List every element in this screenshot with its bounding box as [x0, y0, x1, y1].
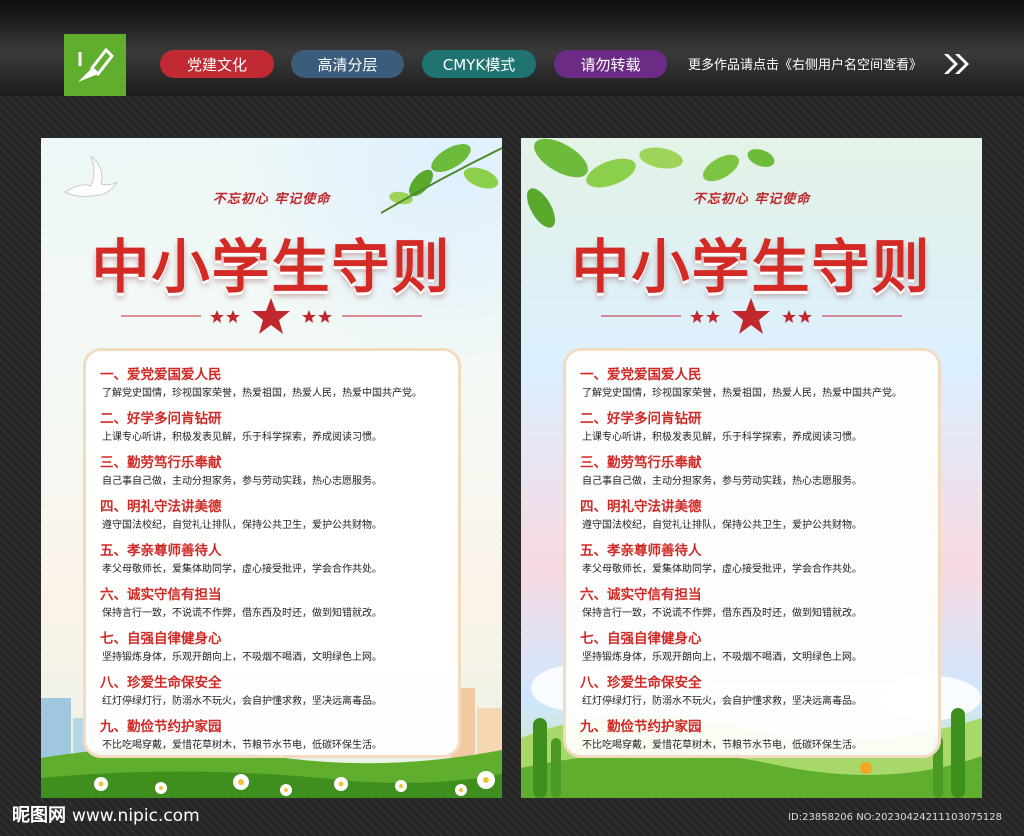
poster-left: 不忘初心 牢记使命 中小学生守则 一、爱党爱国爱人民 了解党史国情，珍视国家荣誉… — [41, 138, 502, 798]
poster-right: 不忘初心 牢记使命 中小学生守则 一、爱党爱国爱人民了解党史国情，珍视国家荣誉，… — [521, 138, 982, 798]
rule-text: 坚持锻炼身体，乐观开朗向上，不吸烟不喝酒，文明绿色上网。 — [582, 652, 862, 663]
rule-text: 自己事自己做，主动分担家务，参与劳动实践，热心志愿服务。 — [102, 476, 382, 487]
rule-item: 一、爱党爱国爱人民了解党史国情，珍视国家荣誉，热爱祖国，热爱人民，热爱中国共产党… — [100, 365, 444, 403]
rule-text: 红灯停绿灯行，防溺水不玩火，会自护懂求救，坚决远离毒品。 — [582, 696, 862, 707]
rule-text: 不比吃喝穿戴，爱惜花草树木，节粮节水节电，低碳环保生活。 — [102, 740, 382, 751]
rule-heading: 三、勤劳笃行乐奉献 — [100, 455, 222, 471]
rule-heading: 五、孝亲尊师善待人 — [580, 543, 702, 559]
rule-item: 七、自强自律健身心坚持锻炼身体，乐观开朗向上，不吸烟不喝酒，文明绿色上网。 — [100, 629, 444, 667]
more-works-link[interactable]: 更多作品请点击《右侧用户名空间查看》 — [688, 54, 922, 73]
rule-text: 自己事自己做，主动分担家务，参与劳动实践，热心志愿服务。 — [582, 476, 862, 487]
tag-party-culture: 党建文化 — [160, 50, 274, 78]
rule-text: 孝父母敬师长，爱集体助同学，虚心接受批评，学会合作共处。 — [102, 564, 382, 575]
rules-card: 一、爱党爱国爱人民了解党史国情，珍视国家荣誉，热爱祖国，热爱人民，热爱中国共产党… — [563, 348, 941, 758]
rule-text: 了解党史国情，珍视国家荣誉，热爱祖国，热爱人民，热爱中国共产党。 — [102, 388, 422, 399]
tag-no-repost: 请勿转载 — [554, 50, 667, 78]
rule-item: 三、勤劳笃行乐奉献自己事自己做，主动分担家务，参与劳动实践，热心志愿服务。 — [580, 453, 924, 491]
slogan: 不忘初心 牢记使命 — [692, 192, 811, 207]
pen-logo-icon — [64, 34, 126, 96]
rule-item: 八、珍爱生命保安全红灯停绿灯行，防溺水不玩火，会自护懂求救，坚决远离毒品。 — [100, 673, 444, 711]
rule-heading: 三、勤劳笃行乐奉献 — [580, 455, 702, 471]
poster-title: 中小学生守则 — [571, 233, 932, 301]
rule-heading: 六、诚实守信有担当 — [100, 587, 222, 603]
double-arrow-icon[interactable] — [942, 52, 972, 76]
rule-text: 不比吃喝穿戴，爱惜花草树木，节粮节水节电，低碳环保生活。 — [582, 740, 862, 751]
rule-heading: 九、勤俭节约护家园 — [580, 719, 702, 735]
rules-card: 一、爱党爱国爱人民了解党史国情，珍视国家荣誉，热爱祖国，热爱人民，热爱中国共产党… — [83, 348, 461, 758]
rule-heading: 六、诚实守信有担当 — [580, 587, 702, 603]
rule-heading: 四、明礼守法讲美德 — [580, 499, 702, 515]
rule-item: 五、孝亲尊师善待人孝父母敬师长，爱集体助同学，虚心接受批评，学会合作共处。 — [100, 541, 444, 579]
rule-heading: 一、爱党爱国爱人民 — [100, 367, 222, 383]
rule-heading: 九、勤俭节约护家园 — [100, 719, 222, 735]
rule-text: 了解党史国情，珍视国家荣誉，热爱祖国，热爱人民，热爱中国共产党。 — [582, 388, 902, 399]
rule-text: 孝父母敬师长，爱集体助同学，虚心接受批评，学会合作共处。 — [582, 564, 862, 575]
slogan: 不忘初心 牢记使命 — [212, 192, 331, 207]
rule-heading: 一、爱党爱国爱人民 — [580, 367, 702, 383]
tag-hd-layers: 高清分层 — [291, 50, 404, 78]
rule-text: 保持言行一致，不说谎不作弊，借东西及时还，做到知错就改。 — [102, 608, 382, 619]
poster-title: 中小学生守则 — [91, 233, 452, 301]
star-divider-icon — [601, 298, 902, 334]
tag-cmyk: CMYK模式 — [422, 50, 536, 78]
image-id: ID:23858206 NO:20230424211103075128 — [788, 812, 1002, 823]
rule-item: 九、勤俭节约护家园不比吃喝穿戴，爱惜花草树木，节粮节水节电，低碳环保生活。 — [100, 717, 444, 755]
watermark-site: 昵图网 www.nipic.com — [12, 801, 200, 827]
rule-item: 二、好学多问肯钻研上课专心听讲，积极发表见解，乐于科学探索，养成阅读习惯。 — [100, 409, 444, 447]
rule-text: 红灯停绿灯行，防溺水不玩火，会自护懂求救，坚决远离毒品。 — [102, 696, 382, 707]
site-name: 昵图网 — [12, 805, 66, 826]
rule-text: 上课专心听讲，积极发表见解，乐于科学探索，养成阅读习惯。 — [582, 432, 862, 443]
rule-item: 五、孝亲尊师善待人孝父母敬师长，爱集体助同学，虚心接受批评，学会合作共处。 — [580, 541, 924, 579]
rule-item: 六、诚实守信有担当保持言行一致，不说谎不作弊，借东西及时还，做到知错就改。 — [100, 585, 444, 623]
rule-item: 一、爱党爱国爱人民了解党史国情，珍视国家荣誉，热爱祖国，热爱人民，热爱中国共产党… — [580, 365, 924, 403]
rule-heading: 四、明礼守法讲美德 — [100, 499, 222, 515]
rule-text: 遵守国法校纪，自觉礼让排队，保持公共卫生，爱护公共财物。 — [102, 520, 382, 531]
rule-text: 遵守国法校纪，自觉礼让排队，保持公共卫生，爱护公共财物。 — [582, 520, 862, 531]
site-url: www.nipic.com — [72, 806, 200, 826]
rule-item: 四、明礼守法讲美德遵守国法校纪，自觉礼让排队，保持公共卫生，爱护公共财物。 — [100, 497, 444, 535]
rule-item: 二、好学多问肯钻研上课专心听讲，积极发表见解，乐于科学探索，养成阅读习惯。 — [580, 409, 924, 447]
top-banner: 党建文化 高清分层 CMYK模式 请勿转载 更多作品请点击《右侧用户名空间查看》 — [0, 0, 1024, 96]
rule-item: 三、勤劳笃行乐奉献自己事自己做，主动分担家务，参与劳动实践，热心志愿服务。 — [100, 453, 444, 491]
rule-item: 四、明礼守法讲美德遵守国法校纪，自觉礼让排队，保持公共卫生，爱护公共财物。 — [580, 497, 924, 535]
rule-text: 上课专心听讲，积极发表见解，乐于科学探索，养成阅读习惯。 — [102, 432, 382, 443]
rule-text: 坚持锻炼身体，乐观开朗向上，不吸烟不喝酒，文明绿色上网。 — [102, 652, 382, 663]
rule-heading: 八、珍爱生命保安全 — [580, 675, 702, 691]
rule-item: 六、诚实守信有担当保持言行一致，不说谎不作弊，借东西及时还，做到知错就改。 — [580, 585, 924, 623]
rule-heading: 二、好学多问肯钻研 — [100, 411, 222, 427]
rule-text: 保持言行一致，不说谎不作弊，借东西及时还，做到知错就改。 — [582, 608, 862, 619]
rule-heading: 七、自强自律健身心 — [100, 631, 222, 647]
rule-item: 七、自强自律健身心坚持锻炼身体，乐观开朗向上，不吸烟不喝酒，文明绿色上网。 — [580, 629, 924, 667]
rule-heading: 七、自强自律健身心 — [580, 631, 702, 647]
rule-item: 八、珍爱生命保安全红灯停绿灯行，防溺水不玩火，会自护懂求救，坚决远离毒品。 — [580, 673, 924, 711]
rule-heading: 八、珍爱生命保安全 — [100, 675, 222, 691]
star-divider-icon — [121, 298, 422, 334]
rule-heading: 二、好学多问肯钻研 — [580, 411, 702, 427]
rule-heading: 五、孝亲尊师善待人 — [100, 543, 222, 559]
rule-item: 九、勤俭节约护家园不比吃喝穿戴，爱惜花草树木，节粮节水节电，低碳环保生活。 — [580, 717, 924, 755]
